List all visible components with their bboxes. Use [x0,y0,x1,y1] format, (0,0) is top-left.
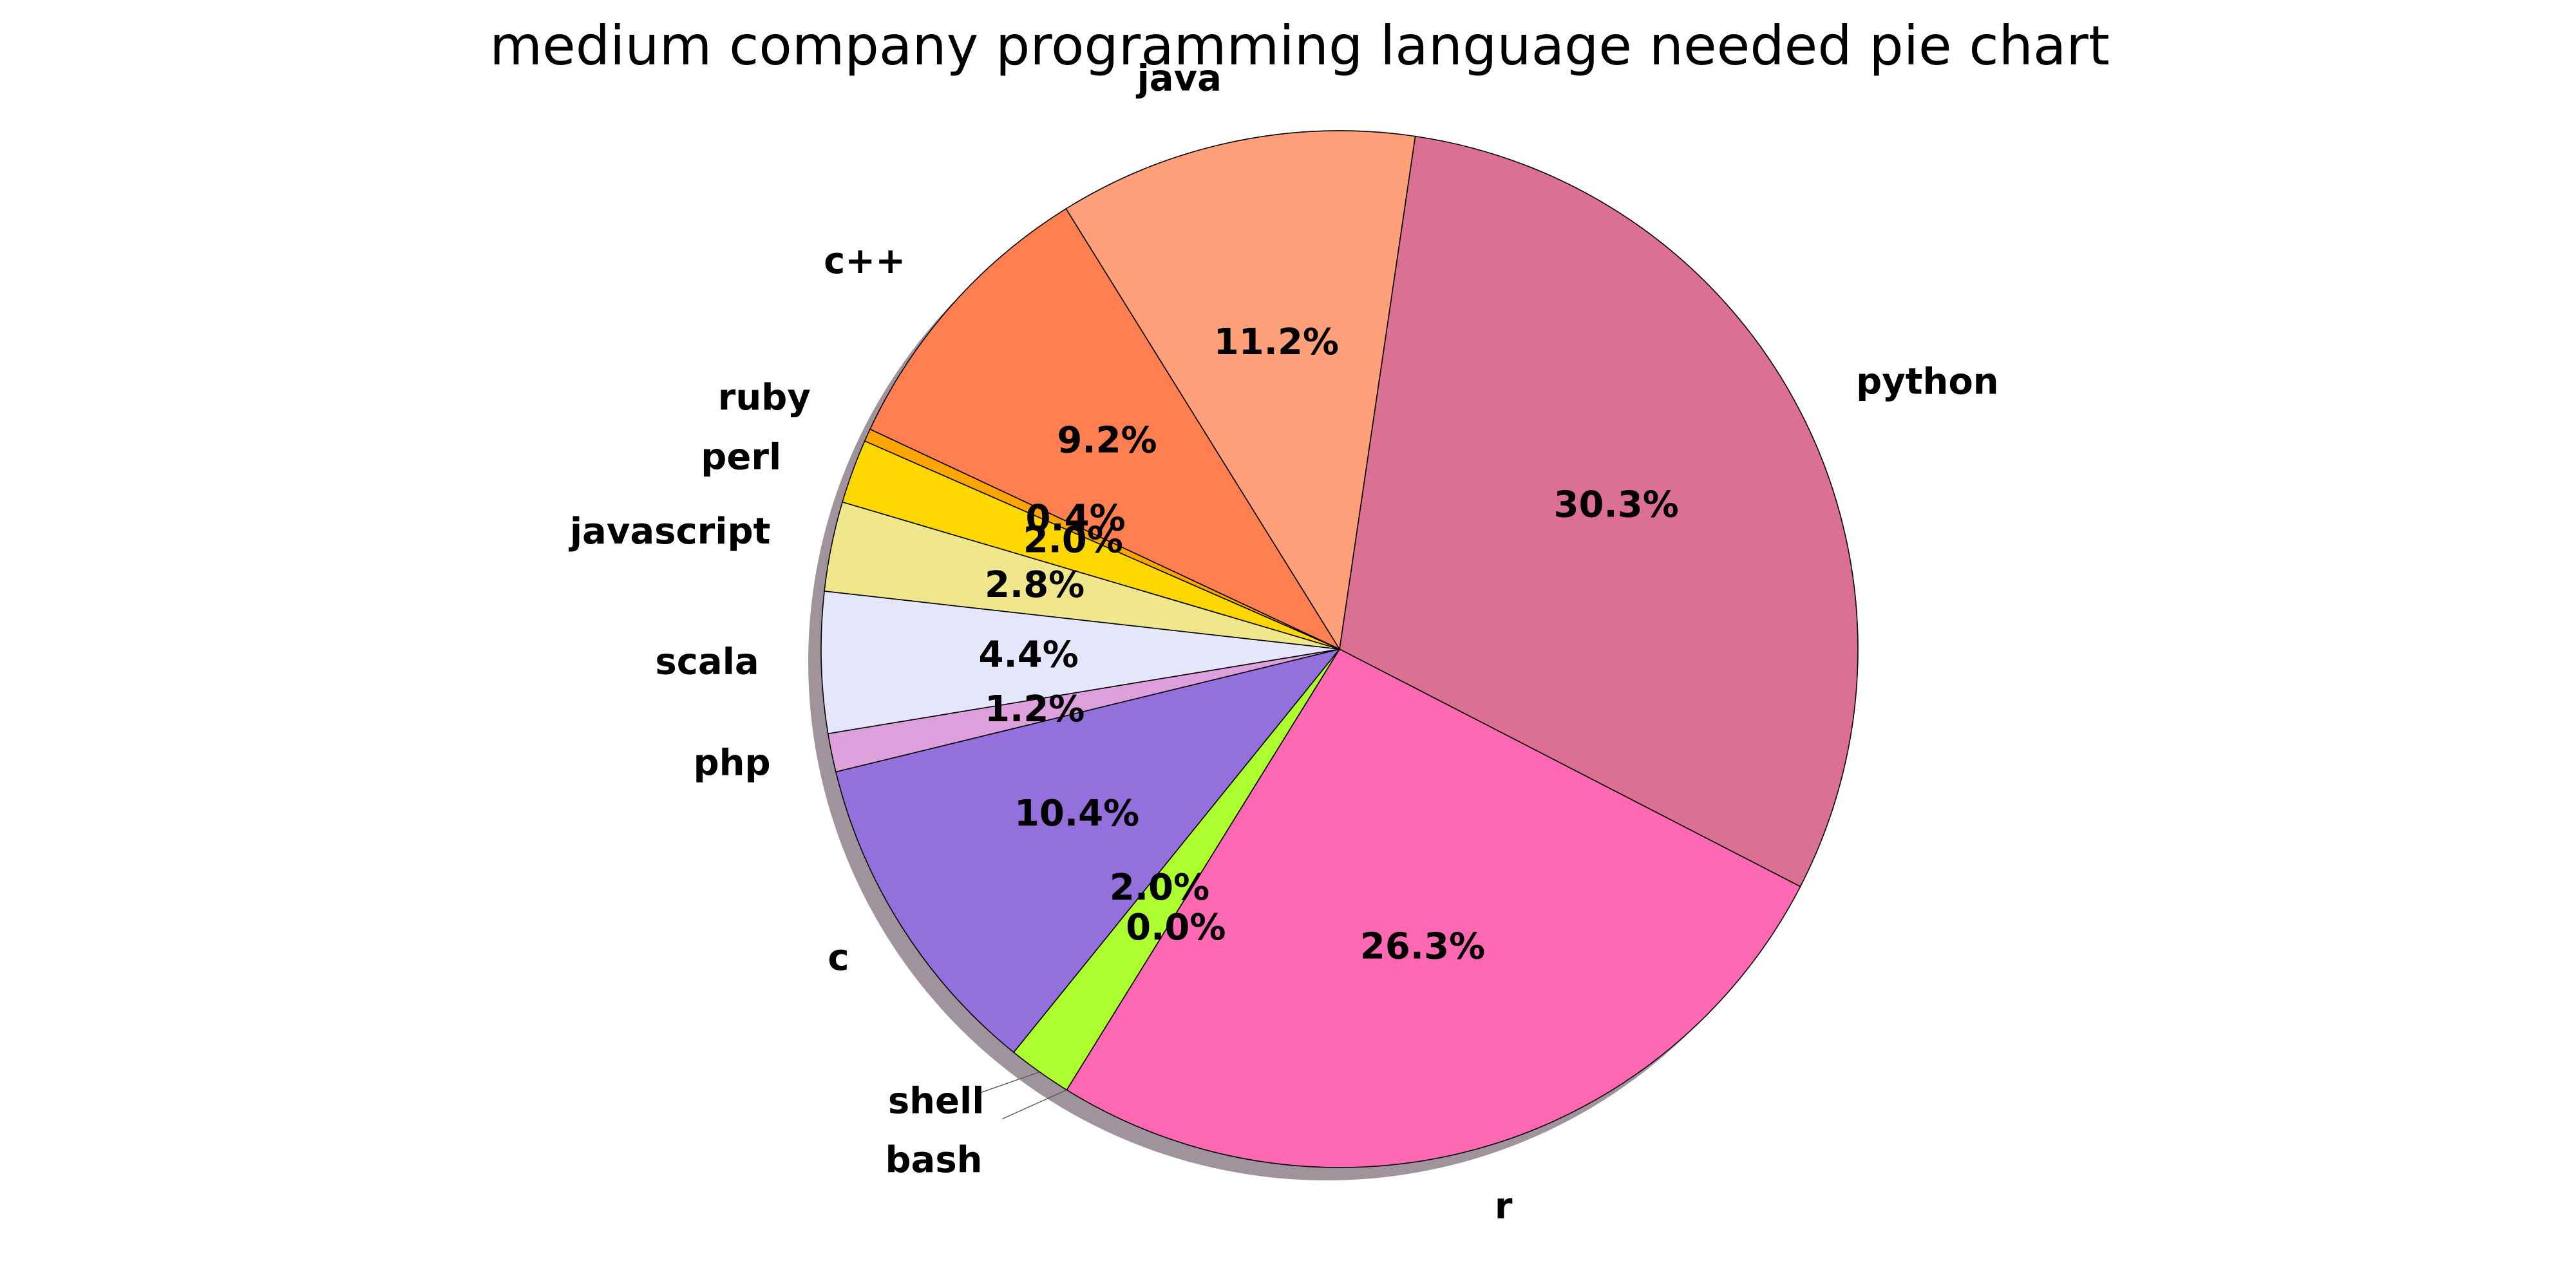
pct-label-bash: 0.0% [1126,907,1226,949]
pct-label-c: 10.4% [1014,793,1139,835]
pct-label-php: 1.2% [985,688,1084,730]
slice-label-php: php [694,742,771,784]
slice-label-python: python [1856,361,1999,402]
slice-label-scala: scala [655,641,759,683]
pct-label-cplusplus: 9.2% [1057,419,1157,461]
slice-label-cplusplus: c++ [824,240,905,282]
pie-chart: medium company programming language need… [489,14,2110,1227]
slice-label-shell: shell [888,1081,985,1122]
slice-label-c: c [828,937,849,979]
pie-slices [820,130,1859,1168]
pct-label-python: 30.3% [1554,484,1679,526]
pct-label-shell: 2.0% [1110,867,1209,909]
slice-label-javascript: javascript [569,511,770,553]
pct-label-r: 26.3% [1360,926,1485,968]
slice-label-perl: perl [701,437,781,478]
pct-label-javascript: 2.8% [985,564,1084,606]
slice-label-ruby: ruby [718,377,811,419]
slice-label-java: java [1136,57,1222,99]
chart-title: medium company programming language need… [489,14,2110,77]
slice-label-r: r [1495,1186,1513,1227]
pct-label-scala: 4.4% [979,634,1079,676]
pct-label-java: 11.2% [1214,321,1339,363]
slice-label-bash: bash [885,1139,982,1181]
pct-label-ruby: 0.4% [1025,498,1125,540]
